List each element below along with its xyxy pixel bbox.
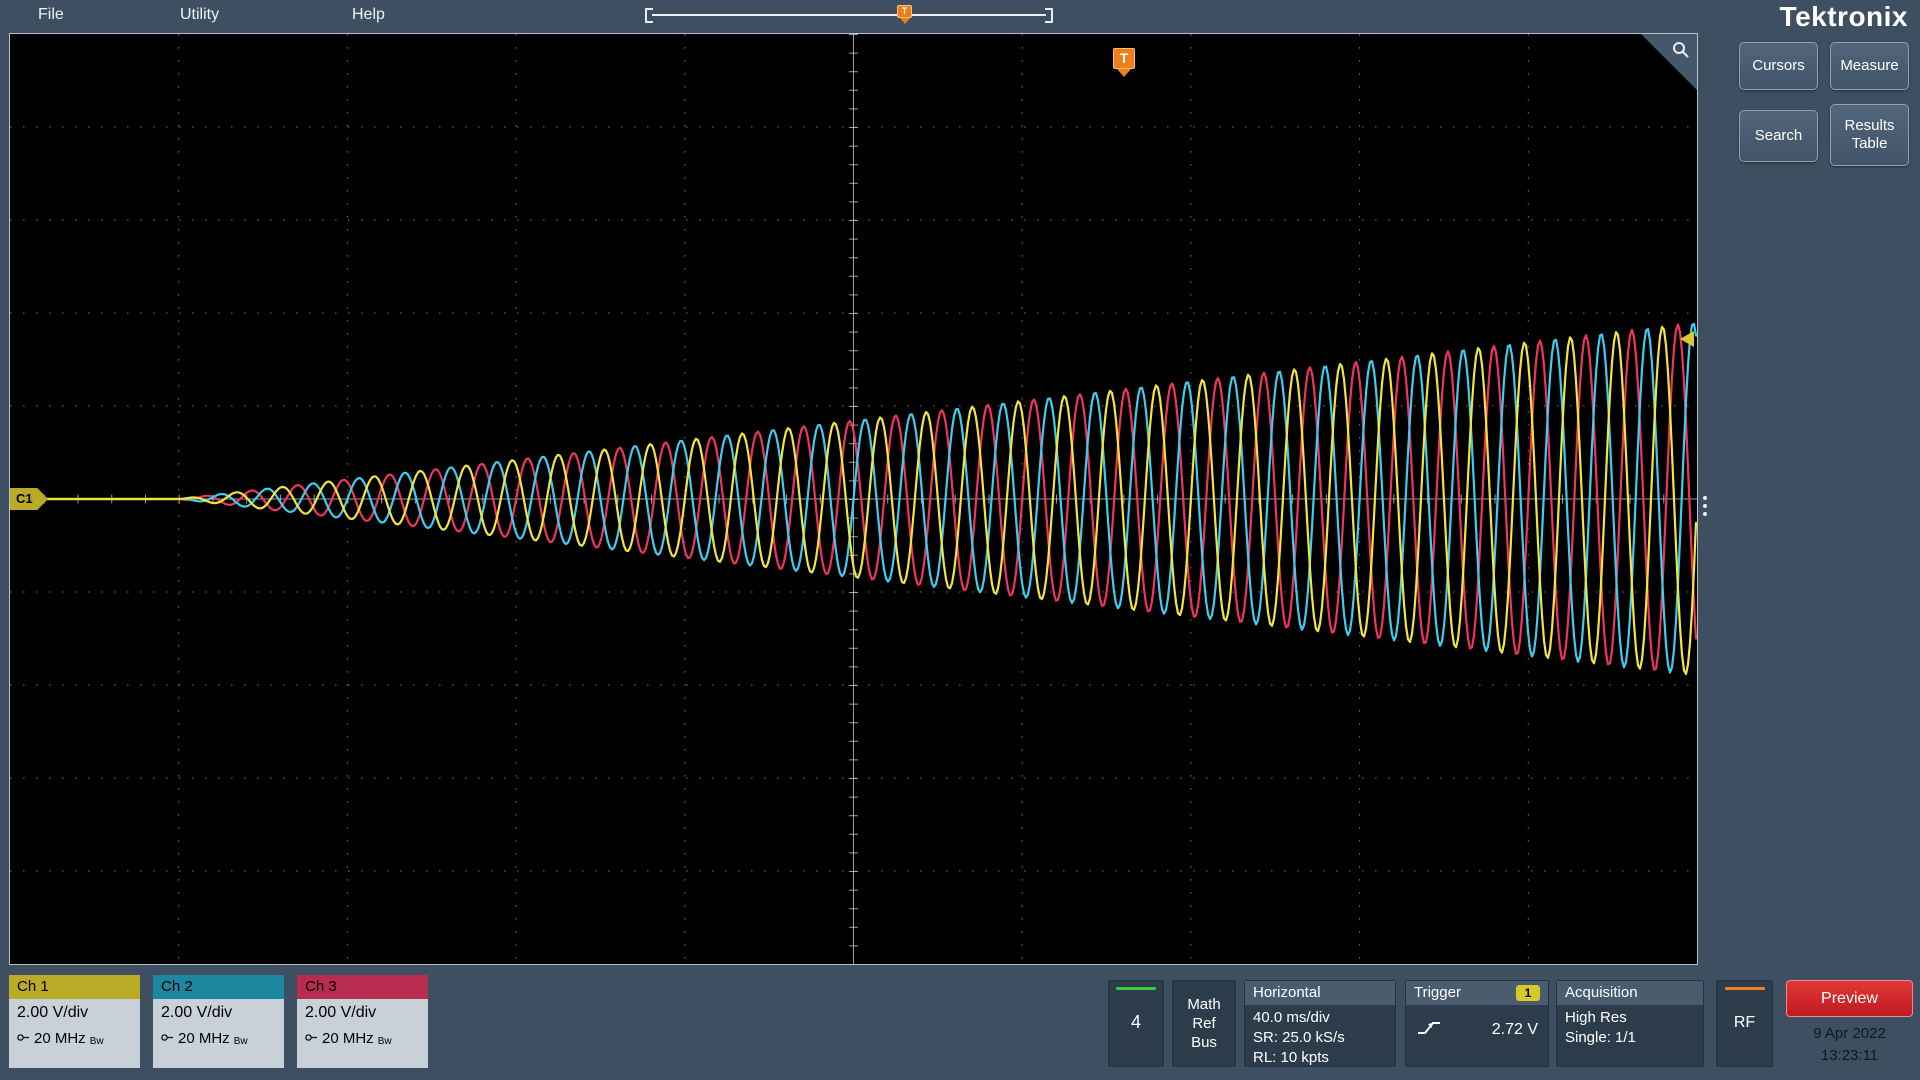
channel-2-badge[interactable]: Ch 2 2.00 V/div 20 MHz Bw [153, 975, 284, 1068]
channel-1-bandwidth: 20 MHz [34, 1030, 86, 1047]
bandwidth-limit-label: Bw [233, 1036, 248, 1047]
measure-button[interactable]: Measure [1830, 42, 1909, 90]
horizontal-title: Horizontal [1253, 984, 1321, 1001]
screen-drag-handle[interactable] [1703, 496, 1707, 516]
date-display: 9 Apr 2022 [1813, 1025, 1886, 1042]
channel-3-settings: 2.00 V/div 20 MHz Bw [297, 999, 428, 1068]
probe-icon [305, 1030, 318, 1047]
tektronix-logo: Tektronix [1779, 1, 1908, 32]
acquisition-sequence: Single: 1/1 [1565, 1029, 1636, 1046]
channel-2-bandwidth: 20 MHz [178, 1030, 230, 1047]
record-trigger-position-marker[interactable]: T [897, 5, 912, 24]
horizontal-sample-rate: SR: 25.0 kS/s [1253, 1029, 1345, 1046]
menu-help[interactable]: Help [352, 6, 385, 24]
channel-2-settings: 2.00 V/div 20 MHz Bw [153, 999, 284, 1068]
channel-3-badge[interactable]: Ch 3 2.00 V/div 20 MHz Bw [297, 975, 428, 1068]
waveform-display: T C1 [9, 33, 1698, 965]
horizontal-record-length: RL: 10 kpts [1253, 1049, 1329, 1066]
graticule-and-waveforms [10, 34, 1697, 964]
acquisition-title: Acquisition [1565, 984, 1638, 1001]
magnifier-icon [1673, 42, 1689, 58]
acquisition-mode: High Res [1565, 1009, 1627, 1026]
bandwidth-limit-label: Bw [89, 1036, 104, 1047]
bus-label: Bus [1191, 1034, 1217, 1051]
acquisition-panel[interactable]: Acquisition High Res Single: 1/1 [1556, 980, 1704, 1067]
trigger-t-icon: T [1113, 48, 1135, 69]
preview-button[interactable]: Preview [1786, 980, 1913, 1017]
channel-2-name: Ch 2 [153, 975, 284, 999]
channel-1-badge[interactable]: Ch 1 2.00 V/div 20 MHz Bw [9, 975, 140, 1068]
channel-3-bandwidth: 20 MHz [322, 1030, 374, 1047]
channel-1-scale: 2.00 V/div [17, 1004, 89, 1021]
horizontal-panel[interactable]: Horizontal 40.0 ms/div SR: 25.0 kS/s RL:… [1244, 980, 1396, 1067]
rf-button[interactable]: RF [1716, 980, 1773, 1067]
menu-file[interactable]: File [38, 6, 64, 24]
ref-label: Ref [1192, 1015, 1216, 1032]
channel-4-indicator [1116, 987, 1156, 990]
bandwidth-limit-label: Bw [377, 1036, 392, 1047]
channel-4-button[interactable]: 4 [1108, 980, 1164, 1067]
probe-icon [17, 1030, 30, 1047]
trigger-position-flag[interactable]: T [1113, 48, 1135, 77]
rising-edge-icon [1416, 1019, 1442, 1042]
record-end-bracket [1045, 8, 1053, 23]
channel-2-scale: 2.00 V/div [161, 1004, 233, 1021]
trigger-level: 2.72 V [1491, 1021, 1538, 1038]
math-label: Math [1187, 996, 1221, 1013]
oscilloscope-ui: File Utility Help T Tektronix T C1 Curso… [0, 0, 1920, 1080]
math-ref-bus-button[interactable]: Math Ref Bus [1172, 980, 1236, 1067]
channel-3-name: Ch 3 [297, 975, 428, 999]
channel-1-name: Ch 1 [9, 975, 140, 999]
menu-utility[interactable]: Utility [180, 6, 219, 24]
probe-icon [161, 1030, 174, 1047]
horizontal-scale: 40.0 ms/div [1253, 1009, 1330, 1026]
status-bar: Ch 1 2.00 V/div 20 MHz Bw Ch 2 2.00 V/di… [0, 973, 1920, 1080]
flag-arrow [1117, 69, 1131, 77]
record-line [652, 14, 1046, 16]
trigger-panel[interactable]: Trigger 1 2.72 V [1405, 980, 1549, 1067]
trigger-level-arrow[interactable] [1680, 331, 1694, 347]
time-display: 13:23:11 [1820, 1047, 1879, 1064]
trigger-t-icon: T [897, 5, 912, 18]
menu-bar: File Utility Help T Tektronix [0, 0, 1920, 33]
trigger-source-badge: 1 [1516, 985, 1540, 1001]
horizontal-position-indicator[interactable]: T [645, 5, 1053, 25]
marker-arrow [899, 18, 910, 24]
results-table-button[interactable]: Results Table [1830, 104, 1909, 166]
channel-1-settings: 2.00 V/div 20 MHz Bw [9, 999, 140, 1068]
rf-indicator [1724, 987, 1765, 990]
channel-4-label: 4 [1130, 1012, 1141, 1032]
cursors-button[interactable]: Cursors [1739, 42, 1818, 90]
trigger-title: Trigger [1414, 984, 1461, 1001]
search-button[interactable]: Search [1739, 110, 1818, 162]
rf-label: RF [1733, 1014, 1756, 1031]
channel-3-scale: 2.00 V/div [305, 1004, 377, 1021]
